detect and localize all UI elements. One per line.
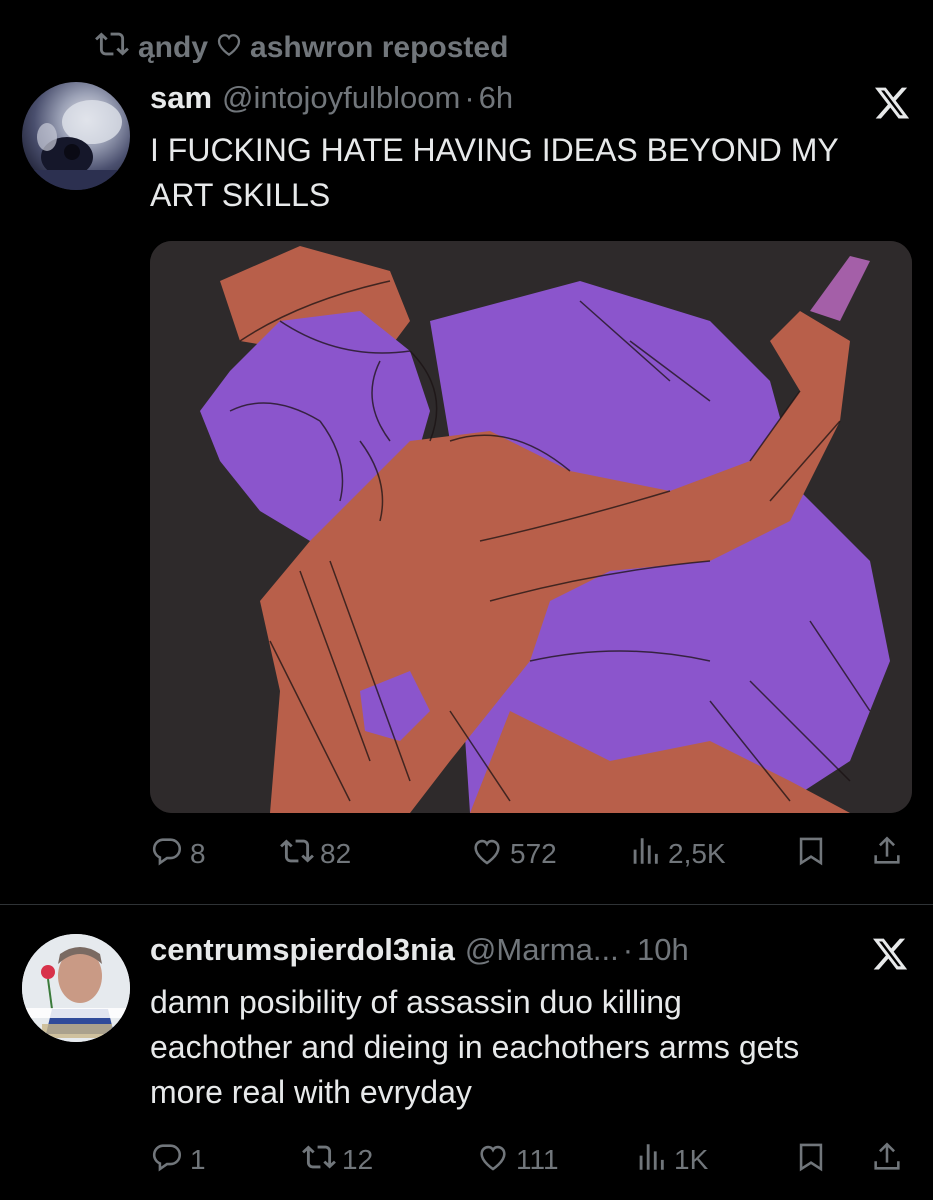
tweet-actions: 8 82 572 2,5K — [150, 834, 910, 874]
reply-icon — [150, 1140, 184, 1181]
repost-button[interactable]: 12 — [302, 1140, 373, 1180]
author-handle[interactable]: @Marma... — [465, 932, 619, 968]
repost-context[interactable]: ąndy ashwron reposted — [92, 28, 508, 68]
tweet-header: centrumspierdol3nia @Marma... · 10h — [150, 932, 689, 968]
author-handle[interactable]: @intojoyfulbloom — [222, 80, 460, 116]
bookmark-icon — [794, 834, 828, 875]
repost-icon — [280, 834, 314, 875]
reply-button[interactable]: 8 — [150, 834, 206, 874]
bookmark-button[interactable] — [794, 834, 828, 874]
timestamp[interactable]: 10h — [637, 932, 689, 968]
share-button[interactable] — [870, 834, 904, 874]
separator: · — [622, 932, 634, 967]
tweet-header: sam @intojoyfulbloom · 6h — [150, 80, 513, 116]
reply-count: 1 — [190, 1144, 206, 1175]
like-count: 572 — [510, 838, 557, 869]
tweet-text-line: ART SKILLS — [150, 177, 331, 213]
tweet-text-line: I FUCKING HATE HAVING IDEAS BEYOND MY — [150, 132, 839, 168]
tweet-actions: 1 12 111 1K — [150, 1140, 910, 1180]
tweet-text-line: more real with evryday — [150, 1074, 472, 1110]
tweet-text-line: damn posibility of assassin duo killing — [150, 984, 682, 1020]
repost-button[interactable]: 82 — [280, 834, 351, 874]
views-button[interactable]: 1K — [634, 1140, 708, 1180]
tweet-media-image[interactable] — [150, 241, 912, 813]
avatar[interactable] — [22, 934, 130, 1042]
heart-icon — [214, 29, 244, 67]
views-icon — [628, 834, 662, 875]
tweet-text: I FUCKING HATE HAVING IDEAS BEYOND MY AR… — [150, 128, 839, 218]
share-icon — [870, 834, 904, 875]
repost-icon — [302, 1140, 336, 1181]
bookmark-icon — [794, 1140, 828, 1181]
x-logo-icon[interactable] — [870, 935, 910, 973]
reposter-name-2[interactable]: ashwron reposted — [250, 31, 508, 65]
reply-count: 8 — [190, 838, 206, 869]
timestamp[interactable]: 6h — [479, 80, 513, 116]
repost-icon — [92, 27, 132, 69]
like-button[interactable]: 572 — [470, 834, 557, 874]
heart-icon — [470, 834, 504, 875]
author-name[interactable]: sam — [150, 80, 212, 116]
views-button[interactable]: 2,5K — [628, 834, 726, 874]
share-button[interactable] — [870, 1140, 904, 1180]
reply-icon — [150, 834, 184, 875]
repost-count: 82 — [320, 838, 352, 869]
tweet-text: damn posibility of assassin duo killing … — [150, 980, 799, 1115]
separator: · — [464, 80, 475, 115]
avatar[interactable] — [22, 82, 130, 190]
views-count: 2,5K — [668, 838, 726, 869]
author-name[interactable]: centrumspierdol3nia — [150, 932, 455, 968]
views-icon — [634, 1140, 668, 1181]
views-count: 1K — [674, 1144, 709, 1175]
reposter-name[interactable]: ąndy — [138, 31, 208, 65]
bookmark-button[interactable] — [794, 1140, 828, 1180]
heart-icon — [476, 1140, 510, 1181]
like-count: 111 — [516, 1144, 559, 1175]
reply-button[interactable]: 1 — [150, 1140, 206, 1180]
share-icon — [870, 1140, 904, 1181]
tweet-text-line: eachother and dieing in eachothers arms … — [150, 1029, 800, 1065]
tweet-divider — [0, 904, 933, 905]
like-button[interactable]: 111 — [476, 1140, 559, 1180]
repost-count: 12 — [342, 1144, 374, 1175]
x-logo-icon[interactable] — [872, 84, 912, 122]
